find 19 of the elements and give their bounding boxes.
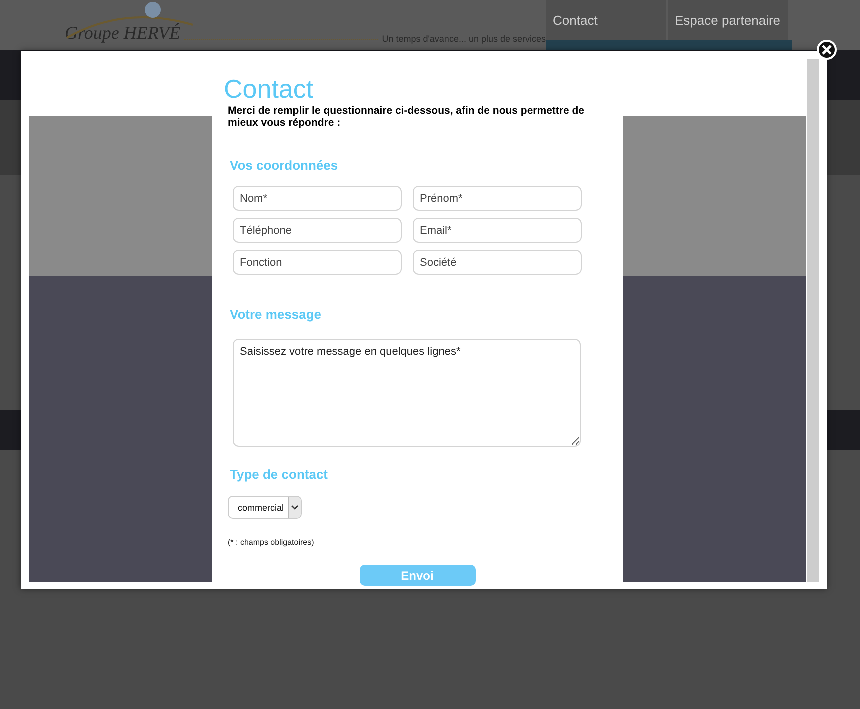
scrollbar[interactable]	[807, 59, 819, 582]
close-icon	[822, 45, 832, 55]
input-field[interactable]: Prénom*	[413, 186, 582, 211]
dialog-title: Contact	[224, 75, 315, 103]
section-heading: Vos coordonnées	[230, 158, 340, 173]
nav-tab[interactable]: Contact	[546, 0, 668, 40]
input-field[interactable]: Fonction	[233, 250, 402, 275]
section-heading: Type de contact	[230, 467, 330, 482]
required-note: (* : champs obligatoires)	[228, 538, 316, 547]
input-field[interactable]: Société	[413, 250, 582, 275]
section-heading: Votre message	[230, 307, 323, 322]
nav-tab[interactable]: Espace partenaire	[668, 0, 790, 40]
contact-type-select[interactable]: commercial	[228, 496, 302, 519]
intro-text: Merci de remplir le questionnaire ci-dessous, afin de nous permettre de mieux vous répondre :	[228, 105, 586, 129]
caret-icon	[288, 497, 301, 518]
input-field[interactable]: Email*	[413, 218, 582, 243]
message-field[interactable]: Saisissez votre message en quelques lignes*	[233, 339, 581, 447]
input-field[interactable]: Téléphone	[233, 218, 402, 243]
input-field[interactable]: Nom*	[233, 186, 402, 211]
